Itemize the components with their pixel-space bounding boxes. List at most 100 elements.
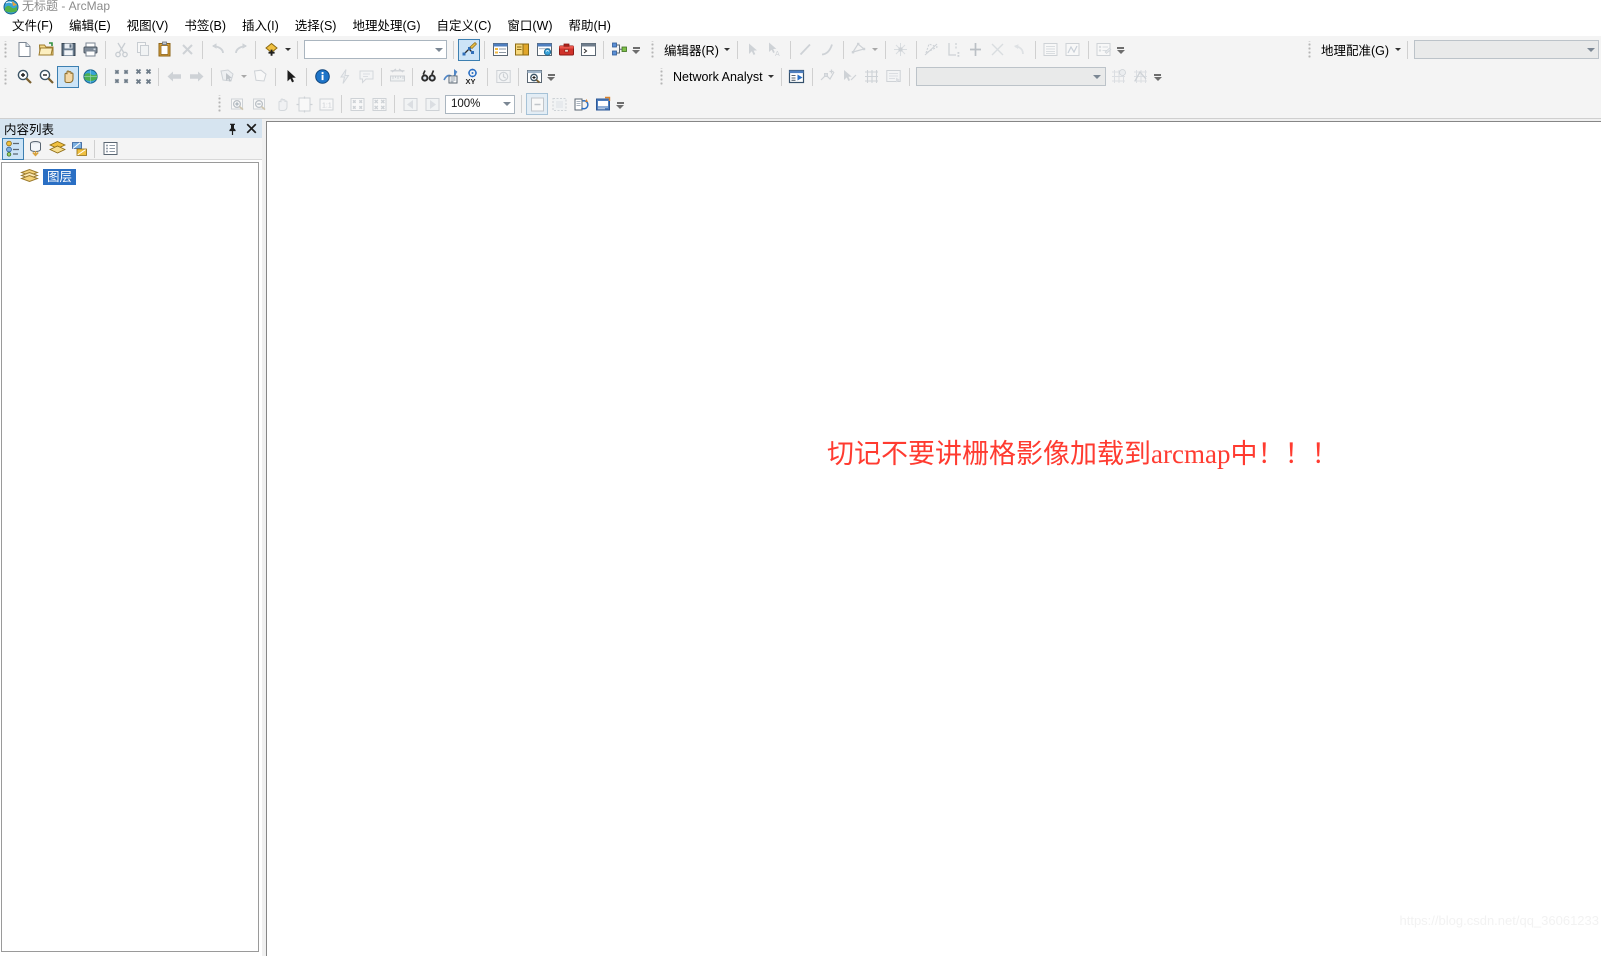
toolbar-grip[interactable] xyxy=(659,67,667,86)
sketch-properties-button[interactable] xyxy=(1062,39,1084,61)
pan-button[interactable] xyxy=(57,65,79,88)
fixed-zoom-out-button[interactable] xyxy=(132,66,154,88)
menu-bookmarks[interactable]: 书签(B) xyxy=(176,17,234,35)
network-analyst-window-button[interactable] xyxy=(786,66,808,88)
editor-toolbar-toggle-button[interactable] xyxy=(458,38,480,61)
delete-button[interactable] xyxy=(176,39,198,61)
layout-go-back-button[interactable] xyxy=(399,93,421,115)
select-features-button[interactable] xyxy=(216,66,238,88)
layout-toolbar-overflow[interactable] xyxy=(615,93,625,115)
measure-button[interactable] xyxy=(386,66,408,88)
zoom-in-fixed-layout-button[interactable] xyxy=(346,93,368,115)
hyperlink-button[interactable] xyxy=(333,66,355,88)
new-map-button[interactable] xyxy=(13,39,35,61)
build-network-button[interactable] xyxy=(861,66,883,88)
copy-button[interactable] xyxy=(132,39,154,61)
layout-zoom-in-button[interactable] xyxy=(227,93,249,115)
zoom-in-button[interactable] xyxy=(13,66,35,88)
edit-annotation-tool-button[interactable]: A xyxy=(764,39,786,61)
open-button[interactable] xyxy=(35,39,57,61)
select-network-location-button[interactable] xyxy=(839,66,861,88)
undo-edit-button[interactable] xyxy=(1009,39,1031,61)
network-dataset-combo[interactable] xyxy=(915,67,1106,86)
directions-window-button[interactable] xyxy=(883,66,905,88)
pin-icon[interactable] xyxy=(226,121,239,136)
zoom-out-button[interactable] xyxy=(35,66,57,88)
toc-list-by-source[interactable] xyxy=(24,138,46,160)
menu-window[interactable]: 窗口(W) xyxy=(499,17,560,35)
network-analyst-menu-dropdown[interactable] xyxy=(766,66,777,88)
toolbar-grip[interactable] xyxy=(3,40,11,59)
editor-toolbar-overflow[interactable] xyxy=(1116,39,1126,61)
edit-vertices-button[interactable] xyxy=(890,39,912,61)
model-builder-button[interactable] xyxy=(608,39,630,61)
data-driven-pages-button[interactable] xyxy=(592,93,614,115)
toolbar-grip[interactable] xyxy=(3,67,11,86)
layout-go-forward-button[interactable] xyxy=(421,93,443,115)
full-extent-button[interactable] xyxy=(79,66,101,88)
table-of-contents-button[interactable] xyxy=(489,39,511,61)
split-tool-button[interactable] xyxy=(943,39,965,61)
html-popup-button[interactable] xyxy=(355,66,377,88)
layout-zoom-dropdown-arrow[interactable] xyxy=(499,96,514,113)
select-features-dropdown[interactable] xyxy=(238,66,249,88)
zoom-whole-page-button[interactable] xyxy=(293,93,315,115)
layout-zoom-combo[interactable]: 100% xyxy=(445,94,515,114)
go-back-extent-button[interactable] xyxy=(163,66,185,88)
zoom-out-fixed-layout-button[interactable] xyxy=(368,93,390,115)
construction-tool-button[interactable] xyxy=(848,39,870,61)
georeferencing-menu-label[interactable]: 地理配准(G) xyxy=(1317,36,1392,63)
create-network-location-button[interactable] xyxy=(817,66,839,88)
network-dataset-dropdown-arrow[interactable] xyxy=(1090,68,1105,85)
focus-data-frame-button[interactable] xyxy=(548,93,570,115)
menu-file[interactable]: 文件(F) xyxy=(4,17,61,35)
menu-insert[interactable]: 插入(I) xyxy=(234,17,287,35)
menu-customize[interactable]: 自定义(C) xyxy=(429,17,500,35)
toc-options[interactable] xyxy=(99,138,121,160)
cut-button[interactable] xyxy=(110,39,132,61)
georeferencing-menu-dropdown[interactable] xyxy=(1392,39,1403,61)
tools-toolbar-overflow[interactable] xyxy=(546,66,556,88)
layout-pan-button[interactable] xyxy=(271,93,293,115)
change-layout-button[interactable] xyxy=(570,93,592,115)
toolbar-grip[interactable] xyxy=(1306,40,1315,59)
toggle-draft-mode-button[interactable] xyxy=(526,93,548,115)
close-icon[interactable] xyxy=(245,121,258,136)
map-scale-dropdown-arrow[interactable] xyxy=(431,41,446,58)
menu-view[interactable]: 视图(V) xyxy=(119,17,177,35)
toc-list-by-drawing-order[interactable] xyxy=(2,137,24,160)
create-features-button[interactable] xyxy=(1093,39,1115,61)
curve-segment-button[interactable] xyxy=(817,39,839,61)
menu-geoprocessing[interactable]: 地理处理(G) xyxy=(344,17,428,35)
reshape-feature-button[interactable] xyxy=(921,39,943,61)
straight-segment-button[interactable] xyxy=(795,39,817,61)
find-route-button[interactable] xyxy=(439,66,461,88)
edit-tool-button[interactable] xyxy=(742,39,764,61)
rotate-tool-button[interactable] xyxy=(965,39,987,61)
standard-toolbar-overflow[interactable] xyxy=(631,39,641,61)
toolbar-grip[interactable] xyxy=(650,40,658,59)
map-scale-combo[interactable] xyxy=(304,40,447,59)
toc-list-by-visibility[interactable] xyxy=(46,138,68,160)
editor-menu-dropdown[interactable] xyxy=(722,39,733,61)
search-window-button[interactable] xyxy=(533,39,555,61)
georeferencing-layer-combo[interactable] xyxy=(1414,40,1599,59)
intersect-button[interactable] xyxy=(987,39,1009,61)
select-elements-button[interactable] xyxy=(280,66,302,88)
construction-tool-dropdown[interactable] xyxy=(870,39,881,61)
python-window-button[interactable] xyxy=(577,39,599,61)
undo-button[interactable] xyxy=(207,39,229,61)
georeferencing-layer-dropdown-arrow[interactable] xyxy=(1583,41,1598,58)
time-slider-button[interactable] xyxy=(492,66,514,88)
go-forward-extent-button[interactable] xyxy=(185,66,207,88)
identify-button[interactable] xyxy=(311,66,333,88)
menu-edit[interactable]: 编辑(E) xyxy=(61,17,119,35)
attributes-button[interactable] xyxy=(1040,39,1062,61)
find-button[interactable] xyxy=(417,66,439,88)
map-canvas[interactable]: 切记不要讲栅格影像加载到arcmap中！！！ https://blog.csdn… xyxy=(266,121,1601,956)
network-analysis-layer-button[interactable] xyxy=(1130,66,1152,88)
clear-selection-button[interactable] xyxy=(249,66,271,88)
toolbar-grip[interactable] xyxy=(217,95,225,113)
create-viewer-window-button[interactable] xyxy=(523,66,545,88)
toc-list-by-selection[interactable] xyxy=(68,138,90,160)
